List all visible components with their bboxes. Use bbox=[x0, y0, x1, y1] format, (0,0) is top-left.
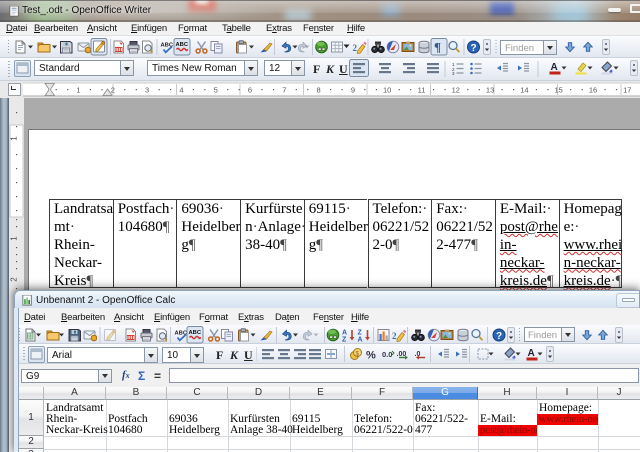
svg-text:1: 1 bbox=[10, 236, 19, 241]
svg-text:2: 2 bbox=[10, 277, 19, 282]
svg-text:1: 1 bbox=[10, 136, 19, 141]
